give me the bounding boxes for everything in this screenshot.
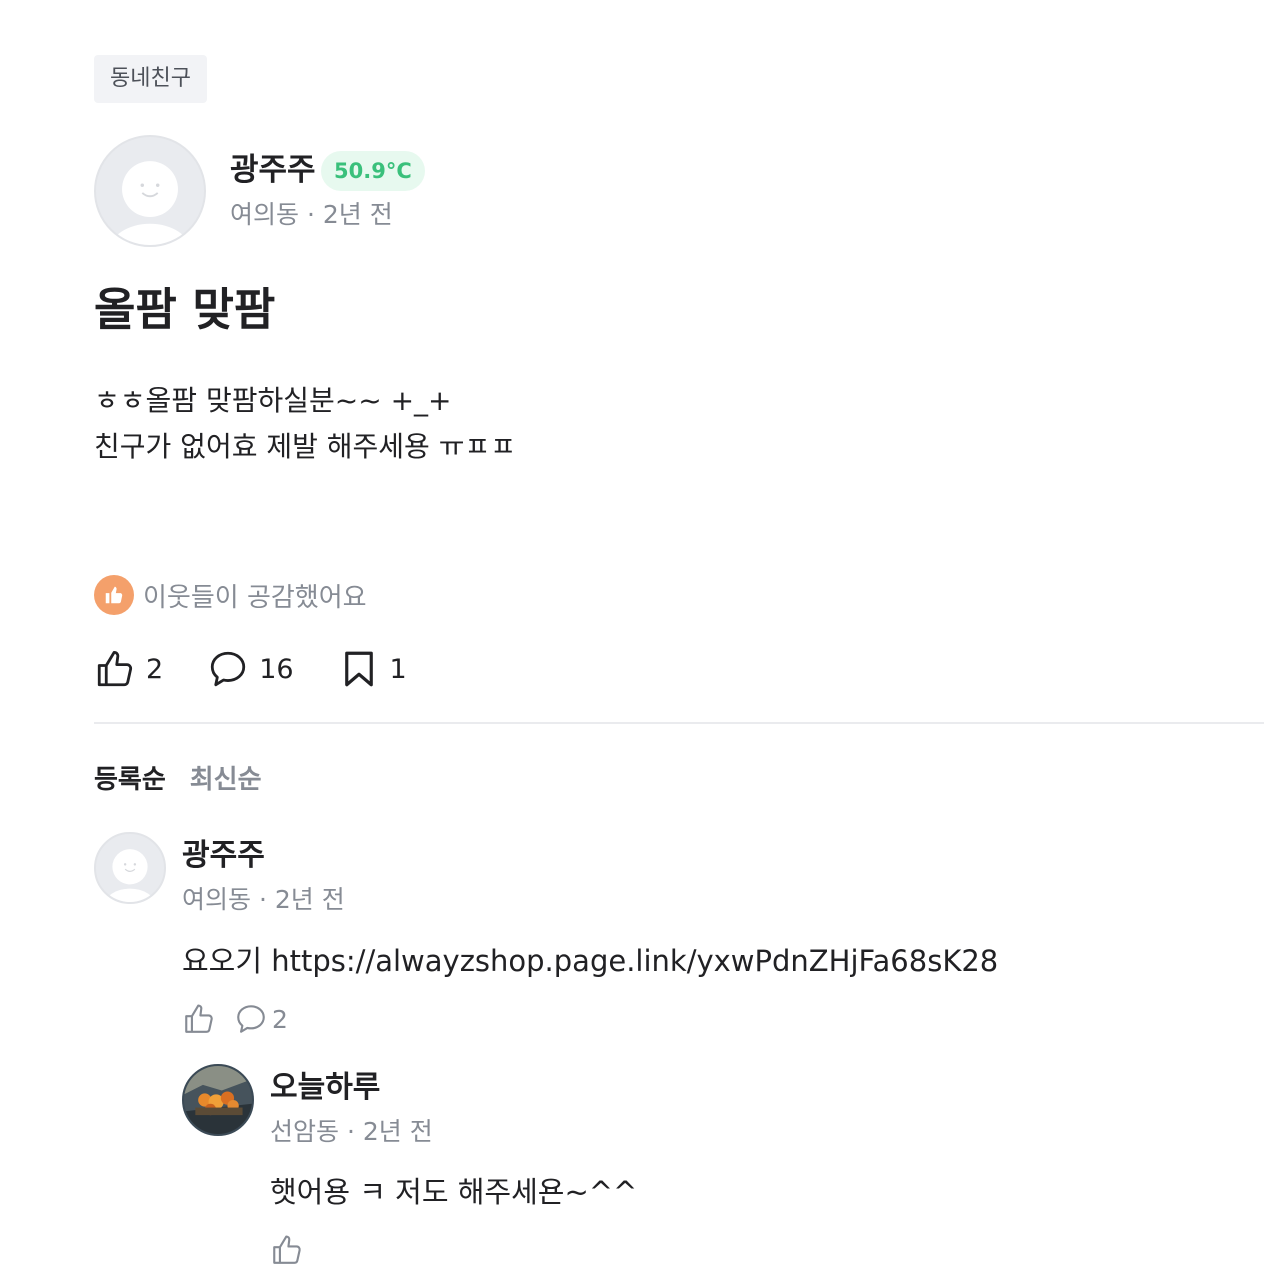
thumbs-up-badge-icon — [94, 575, 134, 615]
reply-author-name[interactable]: 오늘하루 — [270, 1068, 380, 1108]
section-divider — [94, 722, 1264, 724]
thumbs-up-icon — [273, 1235, 301, 1264]
thumbs-up-icon — [97, 650, 133, 687]
default-profile-icon — [105, 849, 155, 902]
sort-tab-latest[interactable]: 최신순 — [190, 760, 262, 800]
empathy-text: 이웃들이 공감했어요 — [143, 582, 367, 613]
author-name[interactable]: 광주주 — [230, 148, 316, 192]
reply-actions — [270, 1233, 322, 1267]
comment-count: 16 — [259, 653, 294, 685]
reply-meta: 선암동 · 2년 전 — [270, 1117, 433, 1146]
comment-sort-tabs: 등록순 최신순 — [94, 760, 286, 800]
bookmark-icon — [344, 651, 373, 687]
comment-meta: 여의동 · 2년 전 — [182, 885, 345, 914]
like-count: 2 — [146, 653, 164, 685]
post-title: 올팜 맞팜 — [94, 283, 276, 336]
category-tag[interactable]: 동네친구 — [94, 55, 207, 103]
author-meta: 여의동 · 2년 전 — [230, 200, 393, 229]
comment-avatar[interactable] — [94, 832, 166, 904]
comment-bubble-icon — [237, 1005, 265, 1033]
comment-like-button[interactable] — [182, 1002, 216, 1036]
reply-count: 2 — [272, 1004, 288, 1034]
comment-bubble-icon — [211, 651, 246, 687]
profile-photo-icon — [184, 1066, 252, 1134]
comment-author-name[interactable]: 광주주 — [182, 836, 265, 876]
comment-reply-button[interactable]: 2 — [234, 1002, 288, 1036]
post-actions: 2 16 1 — [94, 646, 451, 692]
empathy-summary: 이웃들이 공감했어요 — [94, 575, 367, 615]
sort-tab-registered[interactable]: 등록순 — [94, 760, 166, 800]
manner-temperature-badge: 50.9°C — [321, 151, 425, 191]
reply-text: 햇어용 ㅋ 저도 해주세욘~^^ — [270, 1175, 638, 1209]
author-avatar[interactable] — [94, 135, 206, 247]
reply-avatar[interactable] — [182, 1064, 254, 1136]
bookmark-count: 1 — [389, 653, 407, 685]
reply-like-button[interactable] — [270, 1233, 304, 1267]
like-button[interactable]: 2 — [94, 648, 163, 690]
thumbs-up-icon — [185, 1004, 213, 1033]
default-profile-icon — [110, 161, 190, 245]
comment-button[interactable]: 16 — [207, 648, 294, 690]
post-detail-page: 동네친구 광주주 50.9°C 여의동 · 2년 전 올팜 맞팜 ㅎㅎ올팜 맞팜… — [0, 0, 1264, 1270]
comment-actions: 2 — [182, 1002, 306, 1036]
comment-text: 요오기 https://alwayzshop.page.link/yxwPdnZ… — [182, 944, 999, 978]
post-body: ㅎㅎ올팜 맞팜하실분~~ +_+ 친구가 없어효 제발 해주세용 ㅠㅍㅍ — [94, 384, 517, 463]
bookmark-button[interactable]: 1 — [338, 648, 407, 690]
